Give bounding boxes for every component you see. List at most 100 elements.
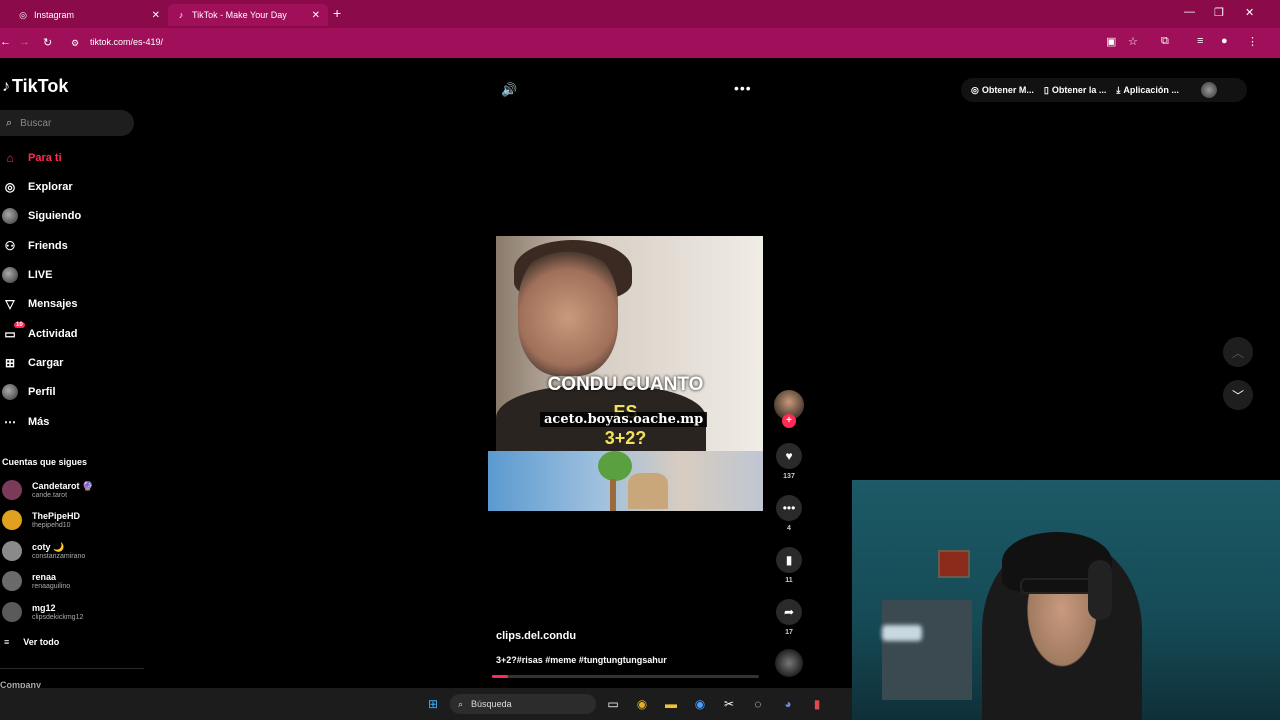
compass-icon: ◎ (4, 180, 16, 194)
webcam-glasses (1020, 578, 1096, 594)
tiktok-icon: ♪ (178, 10, 184, 20)
live-icon (2, 267, 18, 283)
back-icon[interactable]: ← (0, 36, 11, 48)
search-placeholder: Buscar (20, 117, 52, 129)
like-action[interactable]: ♥ 137 (775, 443, 803, 480)
new-tab-button[interactable]: + (333, 5, 341, 21)
forward-icon[interactable]: → (19, 36, 30, 48)
media-icon[interactable]: ≡ (1197, 35, 1203, 47)
following-account[interactable]: mg12 clipsdekickmg12 (2, 602, 83, 622)
comment-icon[interactable]: ••• (776, 495, 802, 521)
chrome-icon[interactable]: ◉ (634, 696, 650, 712)
video-tree (598, 451, 632, 481)
search-icon: ⌕ (458, 698, 464, 709)
instagram-icon: ◎ (19, 9, 27, 20)
search-input[interactable]: ⌕ Buscar (0, 110, 134, 136)
url-field[interactable]: tiktok.com/es-419/ (90, 37, 163, 47)
video-rock (628, 473, 668, 509)
address-bar (0, 28, 1280, 58)
chevron-down-icon[interactable]: ﹀ (1223, 380, 1253, 410)
tab-instagram[interactable]: ◎ Instagram ✕ (10, 4, 168, 26)
discord-icon[interactable]: ◕ (780, 696, 796, 712)
download-icon: ⤓ (1116, 84, 1121, 95)
bookmark-star-icon[interactable]: ☆ (1128, 35, 1138, 48)
window-close-icon[interactable]: ✕ (1245, 6, 1254, 19)
user-avatar[interactable] (1200, 82, 1217, 98)
tab-label: Instagram (34, 10, 75, 20)
sidebar-item-actividad[interactable]: ▭ 10 Actividad (2, 322, 78, 344)
sidebar-item-friends[interactable]: ⚇ Friends (2, 236, 68, 256)
video-author[interactable]: clips.del.condu (496, 630, 576, 642)
sidebar-item-perfil[interactable]: Perfil (2, 382, 56, 402)
menu-icon[interactable]: ⋮ (1247, 35, 1258, 48)
app-icon[interactable]: ◌ (750, 696, 766, 712)
sidebar-item-para-ti[interactable]: ⌂ Para ti (2, 148, 61, 168)
phone-icon: ▯ (1043, 84, 1049, 95)
sidebar-item-label: Siguiendo (28, 210, 82, 222)
install-icon[interactable]: ▣ (1106, 35, 1116, 48)
sidebar-item-label: Explorar (28, 181, 73, 193)
share-action[interactable]: ➦ 17 (775, 599, 803, 636)
sidebar-item-label: Mensajes (28, 298, 78, 310)
sidebar-item-cargar[interactable]: ⊞ Cargar (2, 353, 64, 373)
sidebar-item-label: Friends (28, 240, 68, 252)
taskbar-search[interactable]: ⌕ Búsqueda (450, 694, 596, 714)
upload-icon: ⊞ (4, 356, 16, 370)
tab-tiktok[interactable]: ♪ TikTok - Make Your Day ✕ (168, 4, 328, 26)
reload-icon[interactable]: ↻ (43, 36, 52, 49)
minimize-icon[interactable]: — (1184, 6, 1195, 18)
task-view-icon[interactable]: ▭ (605, 696, 621, 712)
avatar (2, 541, 22, 561)
logo-text: TikTok (12, 76, 69, 96)
button-label: Obtener la ... (1051, 85, 1107, 95)
sidebar-item-live[interactable]: LIVE (2, 265, 52, 285)
sidebar-item-mensajes[interactable]: ▽ Mensajes (2, 294, 78, 314)
following-account[interactable]: ThePipeHD thepipehd10 (2, 510, 80, 530)
account-handle: cande.tarot (32, 491, 68, 499)
extensions-icon[interactable]: ⧉ (1161, 35, 1169, 48)
video-player[interactable]: CONDU CUANTO ES aceto.boyas.oache.mp 3+2… (488, 236, 763, 511)
get-coins-button[interactable]: ◎ Obtener M... (971, 85, 1034, 96)
tiktok-logo[interactable]: ♪ TikTok (2, 76, 68, 97)
site-info-icon[interactable]: ⚙ (71, 38, 79, 49)
follow-plus-button[interactable]: + (782, 414, 796, 428)
heart-icon[interactable]: ♥ (776, 443, 802, 469)
volume-icon[interactable]: 🔊 (501, 82, 517, 98)
top-right-actions: ◎ Obtener M... ▯ Obtener la ... ⤓ Aplicació… (961, 78, 1247, 102)
webcam-overlay (852, 480, 1280, 720)
get-app-button[interactable]: ▯ Obtener la ... (1044, 85, 1106, 96)
sidebar-item-label: Más (28, 416, 50, 428)
file-explorer-icon[interactable]: ▬ (663, 696, 679, 712)
chevron-up-icon[interactable]: ︿ (1223, 337, 1253, 367)
avatar (2, 510, 22, 530)
sidebar-item-explorar[interactable]: ◎ Explorar (2, 177, 73, 197)
video-trunk (610, 479, 616, 511)
account-handle: clipsdekickmg12 (32, 613, 84, 621)
comment-count: 4 (787, 525, 791, 532)
capcut-icon[interactable]: ✂ (721, 696, 737, 712)
app-icon[interactable]: ▮ (809, 696, 825, 712)
music-disc-icon[interactable] (775, 649, 803, 677)
comment-action[interactable]: ••• 4 (775, 495, 803, 532)
following-account[interactable]: Candetarot 🔮 cande.tarot (2, 480, 93, 500)
more-options-icon[interactable]: ••• (734, 80, 752, 96)
bookmark-icon[interactable]: ▮ (776, 547, 802, 573)
browser-icon[interactable]: ◉ (692, 696, 708, 712)
sidebar-item-mas[interactable]: ⋯ Más (2, 412, 49, 432)
see-all-link[interactable]: ≡ Ver todo (4, 637, 59, 647)
account-name: ThePipeHD (32, 510, 81, 521)
windows-start-icon[interactable]: ⊞ (425, 696, 441, 712)
following-account[interactable]: coty 🌙 constanzamirano (2, 541, 85, 561)
close-icon[interactable]: ✕ (152, 10, 160, 21)
list-icon: ≡ (4, 637, 10, 647)
following-account[interactable]: renaa renaaguilino (2, 571, 70, 591)
restore-icon[interactable]: ❐ (1214, 6, 1224, 19)
desktop-app-button[interactable]: ⤓ Aplicación ... (1116, 85, 1179, 96)
save-action[interactable]: ▮ 11 (775, 547, 803, 584)
video-progress-bar[interactable] (492, 675, 759, 678)
button-label: Obtener M... (981, 85, 1034, 95)
close-icon[interactable]: ✕ (312, 10, 320, 21)
sidebar-item-siguiendo[interactable]: Siguiendo (2, 206, 81, 226)
share-icon[interactable]: ➦ (776, 599, 802, 625)
profile-icon[interactable]: ● (1221, 35, 1228, 47)
